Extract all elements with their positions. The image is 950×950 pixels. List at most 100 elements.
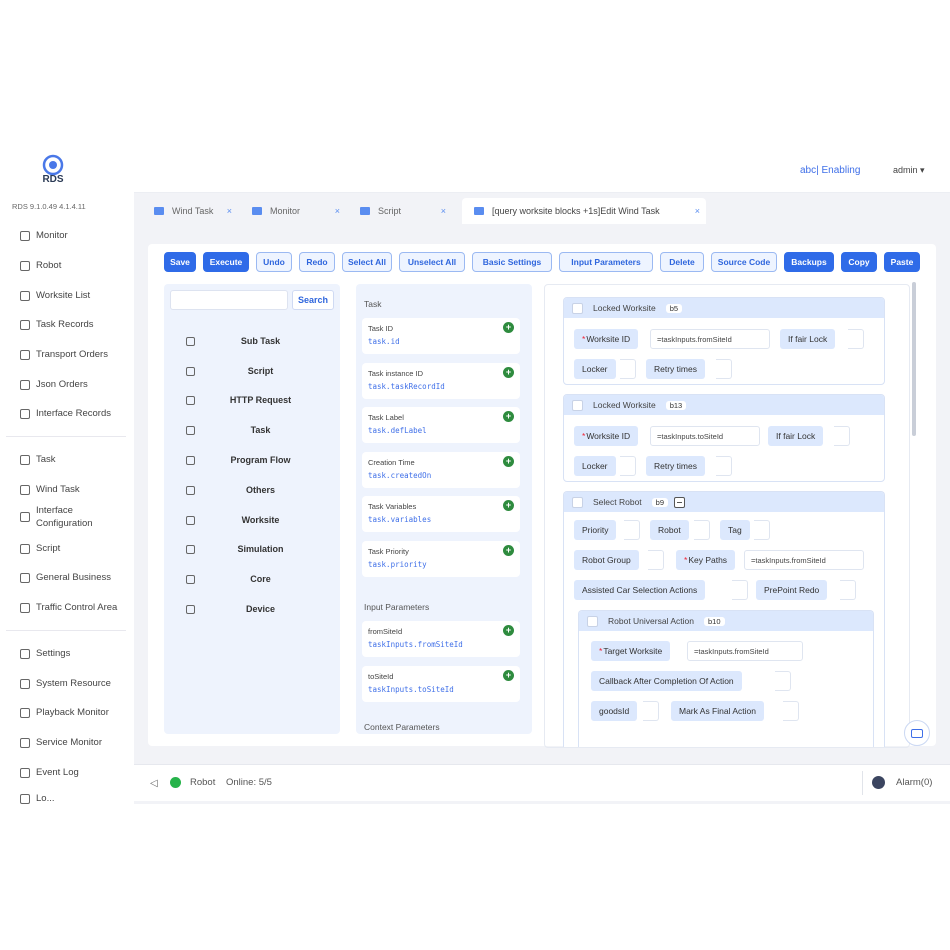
category-worksite[interactable]: Worksite: [186, 515, 326, 525]
variable-card[interactable]: Task ID task.id +: [362, 318, 520, 354]
sidebar-item-robot[interactable]: Robot: [20, 260, 61, 271]
plus-icon[interactable]: +: [503, 670, 514, 681]
category-simulation[interactable]: Simulation: [186, 544, 326, 554]
category-device[interactable]: Device: [186, 604, 326, 614]
key-paths-input[interactable]: =taskInputs.fromSiteId: [744, 550, 864, 570]
block-locked-worksite[interactable]: Locked Worksite b13 * Worksite ID =taskInp…: [563, 394, 885, 482]
block-checkbox[interactable]: [572, 399, 583, 411]
alarm-icon[interactable]: [872, 776, 885, 789]
sidebar-item-interface-records[interactable]: Interface Records: [20, 408, 111, 419]
category-others[interactable]: Others: [186, 485, 326, 495]
variable-card[interactable]: Creation Time task.createdOn +: [362, 452, 520, 488]
worksite-id-input[interactable]: =taskInputs.toSiteId: [650, 426, 760, 446]
input-parameters-button[interactable]: Input Parameters: [559, 252, 653, 272]
close-icon[interactable]: ×: [227, 206, 232, 216]
plus-icon[interactable]: +: [503, 625, 514, 636]
robot-group-input[interactable]: [648, 550, 664, 570]
select-all-button[interactable]: Select All: [342, 252, 392, 272]
variable-card[interactable]: Task Priority task.priority +: [362, 541, 520, 577]
sidebar-item-task-records[interactable]: Task Records: [20, 319, 94, 330]
close-icon[interactable]: ×: [695, 206, 700, 216]
canvas-scrollbar[interactable]: [912, 282, 916, 436]
variable-card[interactable]: Task instance ID task.taskRecordId +: [362, 363, 520, 399]
category-task[interactable]: Task: [186, 425, 326, 435]
source-code-button[interactable]: Source Code: [711, 252, 777, 272]
system-status[interactable]: abc| Enabling: [800, 165, 860, 176]
retry-times-input[interactable]: [716, 359, 732, 379]
plus-icon[interactable]: +: [503, 545, 514, 556]
sidebar-item-settings[interactable]: Settings: [20, 648, 70, 659]
close-icon[interactable]: ×: [441, 206, 446, 216]
tag-input[interactable]: [754, 520, 770, 540]
sidebar-item-traffic-control-area[interactable]: Traffic Control Area: [20, 602, 117, 613]
block-checkbox[interactable]: [572, 302, 583, 314]
redo-button[interactable]: Redo: [299, 252, 335, 272]
plus-icon[interactable]: +: [503, 500, 514, 511]
tab-script[interactable]: Script ×: [348, 198, 452, 224]
sidebar-item-general-business[interactable]: General Business: [20, 572, 111, 583]
unselect-all-button[interactable]: Unselect All: [399, 252, 465, 272]
variable-card[interactable]: Task Variables task.variables +: [362, 496, 520, 532]
search-input[interactable]: [170, 290, 288, 310]
block-select-robot[interactable]: Select Robot b9 Priority Robot Tag Robot …: [563, 491, 885, 747]
user-menu[interactable]: admin ▾: [893, 165, 925, 176]
worksite-id-input[interactable]: =taskInputs.fromSiteId: [650, 329, 770, 349]
category-http-request[interactable]: HTTP Request: [186, 395, 326, 405]
delete-button[interactable]: Delete: [660, 252, 704, 272]
sidebar-item-event-log[interactable]: Event Log: [20, 767, 79, 778]
search-button[interactable]: Search: [292, 290, 334, 310]
sidebar-item-task[interactable]: Task: [20, 454, 56, 465]
sidebar-item-script[interactable]: Script: [20, 543, 60, 554]
fair-lock-input[interactable]: [834, 426, 850, 446]
category-sub-task[interactable]: Sub Task: [186, 336, 326, 346]
paste-button[interactable]: Paste: [884, 252, 920, 272]
sidebar-item-transport-orders[interactable]: Transport Orders: [20, 349, 108, 360]
plus-icon[interactable]: +: [503, 322, 514, 333]
workspace-canvas[interactable]: Locked Worksite b5 * Worksite ID =taskInpu…: [544, 284, 910, 748]
robot-online-count[interactable]: Online: 5/5: [226, 777, 272, 788]
sidebar-item-interface-configuration[interactable]: Interface Configuration: [20, 504, 116, 530]
target-worksite-input[interactable]: =taskInputs.fromSiteId: [687, 641, 803, 661]
block-checkbox[interactable]: [572, 496, 583, 508]
sidebar-item-json-orders[interactable]: Json Orders: [20, 379, 88, 390]
plus-icon[interactable]: +: [503, 456, 514, 467]
collapse-sidebar-icon[interactable]: ◁: [150, 778, 158, 789]
priority-input[interactable]: [624, 520, 640, 540]
undo-button[interactable]: Undo: [256, 252, 292, 272]
sidebar-item-monitor[interactable]: Monitor: [20, 230, 68, 241]
category-script[interactable]: Script: [186, 366, 326, 376]
callback-after-completion-input[interactable]: [775, 671, 791, 691]
collapse-icon[interactable]: [674, 496, 686, 508]
category-program-flow[interactable]: Program Flow: [186, 455, 326, 465]
sidebar-item-playback-monitor[interactable]: Playback Monitor: [20, 707, 109, 718]
category-core[interactable]: Core: [186, 574, 326, 584]
sidebar-item-service-monitor[interactable]: Service Monitor: [20, 737, 102, 748]
tab-edit-wind-task[interactable]: [query worksite blocks +1s]Edit Wind Tas…: [462, 198, 706, 224]
tab-wind-task[interactable]: Wind Task ×: [142, 198, 238, 224]
mark-as-final-action-input[interactable]: [783, 701, 799, 721]
goods-id-input[interactable]: [643, 701, 659, 721]
variable-card[interactable]: Task Label task.defLabel +: [362, 407, 520, 443]
variable-card[interactable]: fromSiteId taskInputs.fromSiteId +: [362, 621, 520, 657]
alarm-count[interactable]: Alarm(0): [896, 777, 932, 788]
sidebar-item-more[interactable]: Lo...: [20, 793, 55, 804]
locker-input[interactable]: [620, 359, 636, 379]
assisted-car-selection-input[interactable]: [732, 580, 748, 600]
sidebar-item-worksite-list[interactable]: Worksite List: [20, 290, 90, 301]
rds-logo[interactable]: RDS: [36, 154, 70, 188]
execute-button[interactable]: Execute: [203, 252, 249, 272]
plus-icon[interactable]: +: [503, 367, 514, 378]
block-locked-worksite[interactable]: Locked Worksite b5 * Worksite ID =taskInpu…: [563, 297, 885, 385]
prepoint-redo-input[interactable]: [840, 580, 856, 600]
tab-monitor[interactable]: Monitor ×: [240, 198, 346, 224]
fair-lock-input[interactable]: [848, 329, 864, 349]
block-checkbox[interactable]: [587, 615, 598, 627]
robot-input[interactable]: [694, 520, 710, 540]
block-robot-universal-action[interactable]: Robot Universal Action b10 * Target Worksi…: [578, 610, 874, 747]
message-button[interactable]: [904, 720, 930, 746]
backups-button[interactable]: Backups: [784, 252, 834, 272]
locker-input[interactable]: [620, 456, 636, 476]
sidebar-item-wind-task[interactable]: Wind Task: [20, 484, 80, 495]
save-button[interactable]: Save: [164, 252, 196, 272]
retry-times-input[interactable]: [716, 456, 732, 476]
